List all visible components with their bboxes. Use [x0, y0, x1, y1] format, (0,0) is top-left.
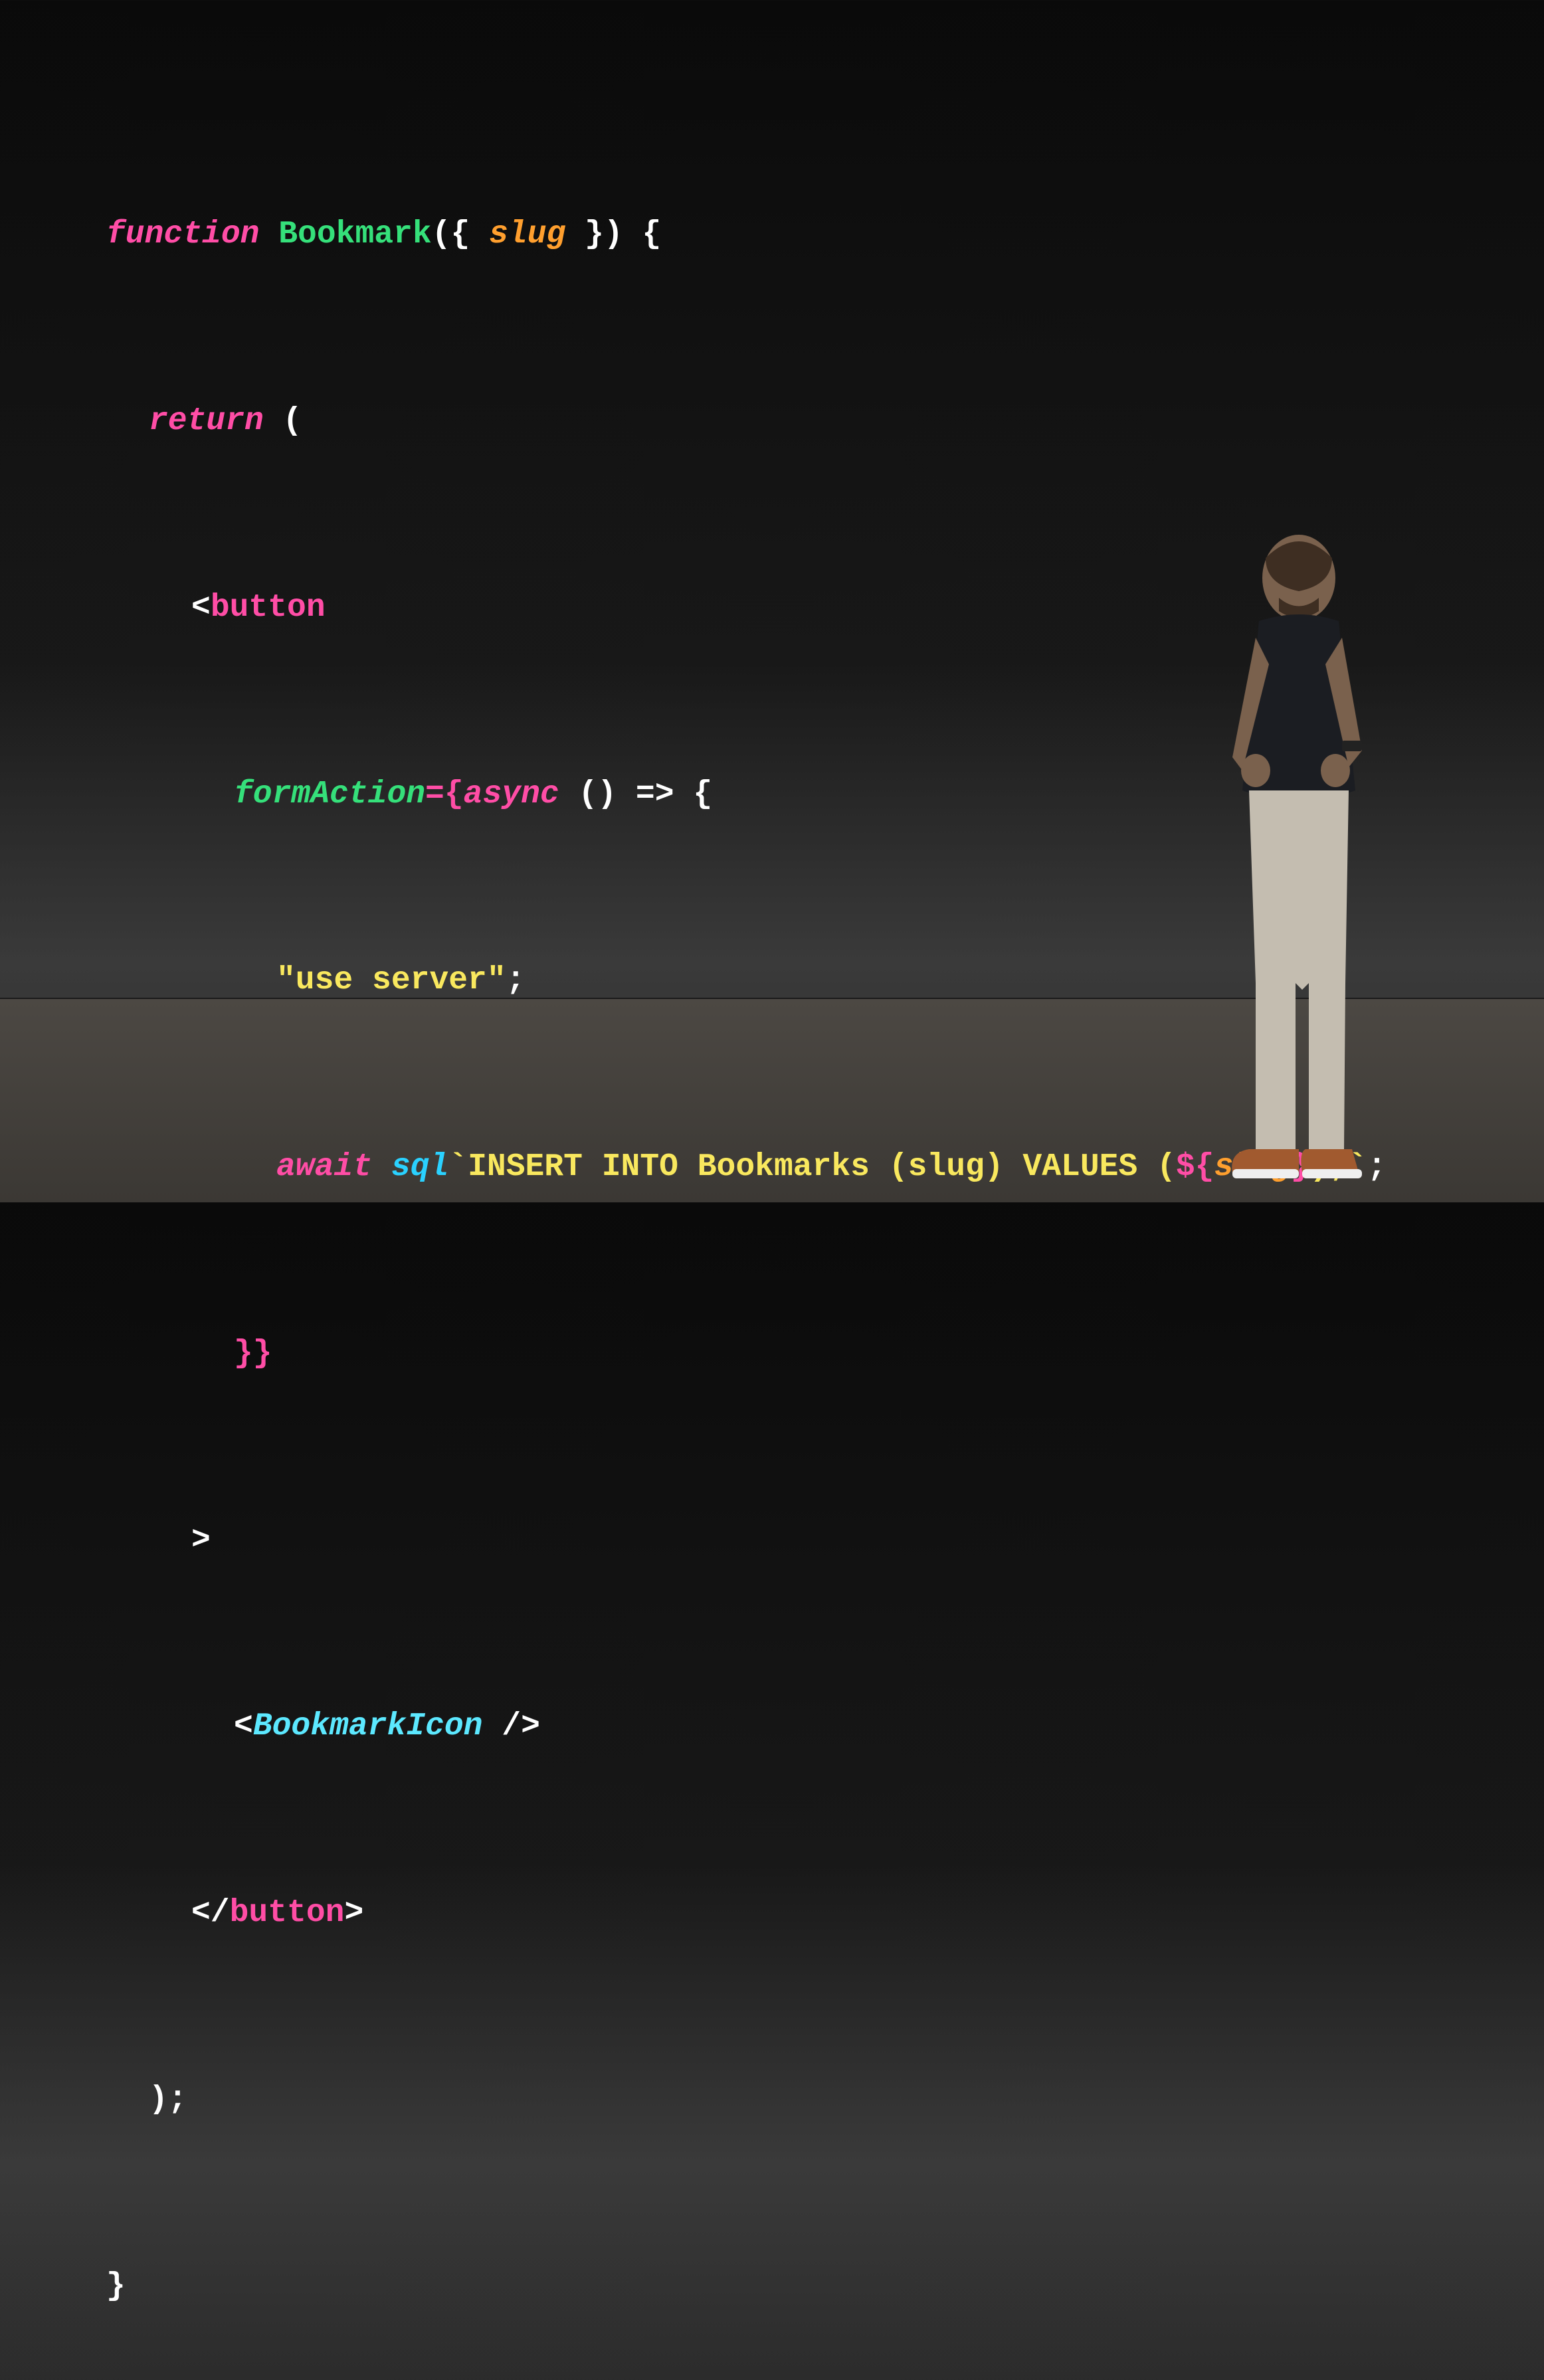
punct: /> — [482, 1708, 539, 1744]
code-line-10: </button> — [106, 1882, 1387, 1945]
punct: }) { — [585, 217, 661, 252]
keyword-return: return — [149, 403, 264, 439]
punct: ={ — [425, 777, 464, 812]
attr-formaction: formAction — [234, 777, 425, 812]
close-brace: } — [106, 2268, 126, 2304]
punct: ; — [506, 962, 526, 998]
keyword-function: function — [106, 217, 259, 252]
code-line-2: return ( — [106, 391, 1387, 453]
punct: < — [191, 590, 211, 626]
punct: ({ — [432, 217, 470, 252]
punct: > — [344, 1895, 363, 1931]
punct: < — [234, 1708, 253, 1744]
code-block: function Bookmark({ slug }) { return ( <… — [106, 80, 1387, 2380]
keyword-await: await — [276, 1149, 372, 1185]
keyword-async: async — [464, 777, 559, 812]
string-use-server: "use server" — [276, 962, 506, 998]
code-line-12: } — [106, 2256, 1387, 2318]
code-line-1: function Bookmark({ slug }) { — [106, 204, 1387, 266]
arrow-fn: () => { — [579, 777, 713, 812]
code-line-11: ); — [106, 2069, 1387, 2132]
code-line-9: <BookmarkIcon /> — [106, 1696, 1387, 1758]
punct: ( — [283, 403, 302, 439]
component-bookmarkicon: BookmarkIcon — [253, 1708, 483, 1744]
punct: </ — [191, 1895, 230, 1931]
close-braces: }} — [234, 1336, 272, 1372]
presenter-figure — [1193, 505, 1405, 1202]
tag-button: button — [211, 590, 326, 626]
backtick: ` — [448, 1149, 468, 1185]
code-line-8: > — [106, 1510, 1387, 1572]
code-line-7: }} — [106, 1323, 1387, 1386]
sql-tag: sql — [391, 1149, 448, 1185]
punct: ); — [149, 2082, 187, 2118]
function-name: Bookmark — [278, 217, 431, 252]
punct: > — [191, 1522, 211, 1558]
tag-button-close: button — [230, 1895, 345, 1931]
param-slug: slug — [489, 217, 565, 252]
sql-query: INSERT INTO Bookmarks (slug) VALUES ( — [468, 1149, 1176, 1185]
